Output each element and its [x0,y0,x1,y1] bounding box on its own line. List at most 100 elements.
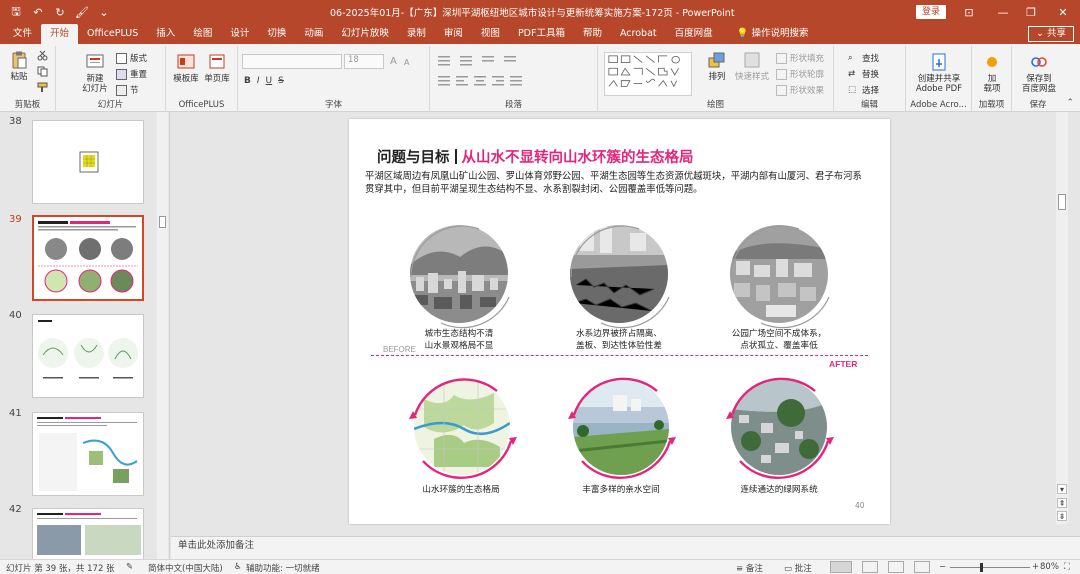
format-painter-small-icon[interactable] [37,82,48,93]
tab-0[interactable]: 文件 [4,24,41,44]
addins-label: 加载项 [978,100,1005,110]
tab-7[interactable]: 动画 [295,24,332,44]
drawing-group: 排列 快速样式 形状填充 形状轮廓 形状效果 绘图 [598,46,834,112]
reading-view-button[interactable] [888,561,904,573]
tab-9[interactable]: 录制 [398,24,435,44]
collapse-ribbon-icon[interactable]: ⌃ [1066,98,1074,108]
single-page-library-button[interactable]: 单页库 [202,52,232,84]
slide-title-right: 从山水不显转向山水环簇的生态格局 [461,150,694,166]
thumb-number: 40 [9,310,22,321]
notes-pane[interactable]: 单击此处添加备注 [171,536,1080,559]
tab-13[interactable]: 帮助 [574,24,611,44]
slideshow-button[interactable] [914,561,930,573]
scroll-down-icon[interactable]: ▾ [1057,484,1067,494]
prev-slide-icon[interactable]: ⇞ [1057,498,1067,508]
tell-me-search[interactable]: 💡 操作说明搜索 [728,24,818,44]
share-icon: ⌄ [1035,28,1044,39]
tab-5[interactable]: 设计 [221,24,258,44]
shrink-font-icon[interactable]: A [404,58,409,67]
shape-outline-button[interactable]: 形状轮廓 [776,68,824,80]
strikethrough-button[interactable]: S [278,76,284,86]
shapes-gallery-icon[interactable] [604,52,692,96]
thumbnails-scrollbar[interactable] [157,112,168,559]
slide-sorter-view-button[interactable] [862,561,878,573]
template-library-button[interactable]: 模板库 [172,52,200,84]
notes-icon: ≡ [736,564,744,574]
tab-1[interactable]: 开始 [41,24,79,44]
undo-icon[interactable]: ↶ [28,2,48,22]
select-button[interactable]: ⬚ 选择 [848,84,879,97]
language-status[interactable]: 简体中文(中国大陆) [148,562,223,574]
italic-button[interactable]: I [257,76,260,86]
new-slide-button[interactable]: 新建 幻灯片 [80,52,110,94]
tab-6[interactable]: 切换 [258,24,295,44]
copy-icon[interactable] [37,66,48,77]
font-name-combo[interactable] [242,54,342,69]
reset-icon [116,68,127,80]
title-divider [454,149,457,164]
notes-toggle[interactable]: ≡ 备注 [736,562,763,574]
current-slide[interactable]: 问题与目标 从山水不显转向山水环簇的生态格局 平湖区域周边有凤凰山矿山公园、罗山体… [349,119,890,524]
grow-font-icon[interactable]: A [390,56,397,67]
clipboard-label: 剪贴板 [14,100,41,110]
addins-button[interactable]: 加载项 [978,52,1006,94]
ribbon-display-icon[interactable]: ⊡ [952,0,986,24]
tab-14[interactable]: Acrobat [611,24,666,44]
fit-slide-icon[interactable]: ⛶ [1064,562,1070,572]
find-button[interactable]: ⌕ 查找 [848,52,879,65]
slide-thumbnail-40[interactable] [32,314,144,398]
thumbnails-scroll-thumb[interactable] [159,216,166,228]
slide-thumbnail-39[interactable] [32,215,144,301]
quick-styles-button[interactable]: 快速样式 [734,50,770,82]
qat-more-icon[interactable]: ⌄ [94,2,114,22]
tab-10[interactable]: 审阅 [435,24,472,44]
save-icon[interactable]: 🖫 [6,2,26,22]
slide-thumbnail-38[interactable] [32,120,144,204]
font-size-combo[interactable]: 18 [344,54,384,69]
tab-15[interactable]: 百度网盘 [666,24,722,44]
close-button[interactable]: ✕ [1046,0,1080,24]
editor-scroll-thumb[interactable] [1058,194,1066,210]
zoom-level[interactable]: 80% [1040,562,1059,572]
shape-fill-button[interactable]: 形状填充 [776,52,824,64]
login-button[interactable]: 登录 [916,5,946,19]
zoom-slider-knob[interactable] [980,563,983,572]
zoom-out-button[interactable]: − [939,562,946,572]
share-button[interactable]: ⌄ 共享 [1028,26,1074,42]
spellcheck-icon[interactable]: ✎ [126,562,133,572]
tab-8[interactable]: 幻灯片放映 [332,24,398,44]
slide-body-text[interactable]: 平湖区域周边有凤凰山矿山公园、罗山体育郊野公园、平湖生态园等生态资源优越斑块，平… [365,170,871,196]
normal-view-button[interactable] [830,561,852,573]
tab-2[interactable]: OfficePLUS [78,24,147,44]
shape-effects-button[interactable]: 形状效果 [776,84,824,96]
create-adobe-pdf-button[interactable]: 创建并共享 Adobe PDF [910,52,968,94]
tab-12[interactable]: PDF工具箱 [509,24,574,44]
maximize-button[interactable]: ❐ [1014,0,1048,24]
layout-button[interactable]: 版式 [116,52,147,64]
bold-button[interactable]: B [244,76,251,86]
zoom-in-button[interactable]: + [1032,562,1039,572]
zoom-slider[interactable] [950,563,1030,572]
replace-button[interactable]: ⇄ 替换 [848,68,879,81]
section-button[interactable]: 节 [116,84,139,96]
paste-button[interactable]: 粘贴 [6,50,32,82]
accessibility-icon[interactable]: ♿ [234,562,242,572]
tab-3[interactable]: 插入 [147,24,184,44]
arrange-button[interactable]: 排列 [704,50,730,82]
slide-thumbnail-41[interactable] [32,412,144,496]
format-painter-icon[interactable]: 🖌 [72,2,92,22]
slide-thumbnail-42[interactable] [32,508,144,559]
tab-11[interactable]: 视图 [472,24,509,44]
next-slide-icon[interactable]: ⇟ [1057,511,1067,521]
paragraph-tools-icon[interactable] [438,54,588,90]
editor-scrollbar[interactable]: ▾ ⇞ ⇟ [1056,112,1068,524]
underline-button[interactable]: U [266,76,273,86]
reset-button[interactable]: 重置 [116,68,147,80]
accessibility-status[interactable]: 辅助功能: 一切就绪 [246,562,320,574]
tab-4[interactable]: 绘图 [184,24,221,44]
redo-icon[interactable]: ↻ [50,2,70,22]
cut-icon[interactable] [37,50,48,61]
save-to-baidu-button[interactable]: 保存到 百度网盘 [1016,52,1062,94]
slide-title[interactable]: 问题与目标 从山水不显转向山水环簇的生态格局 [377,146,694,167]
comments-toggle[interactable]: ▭ 批注 [784,562,812,574]
